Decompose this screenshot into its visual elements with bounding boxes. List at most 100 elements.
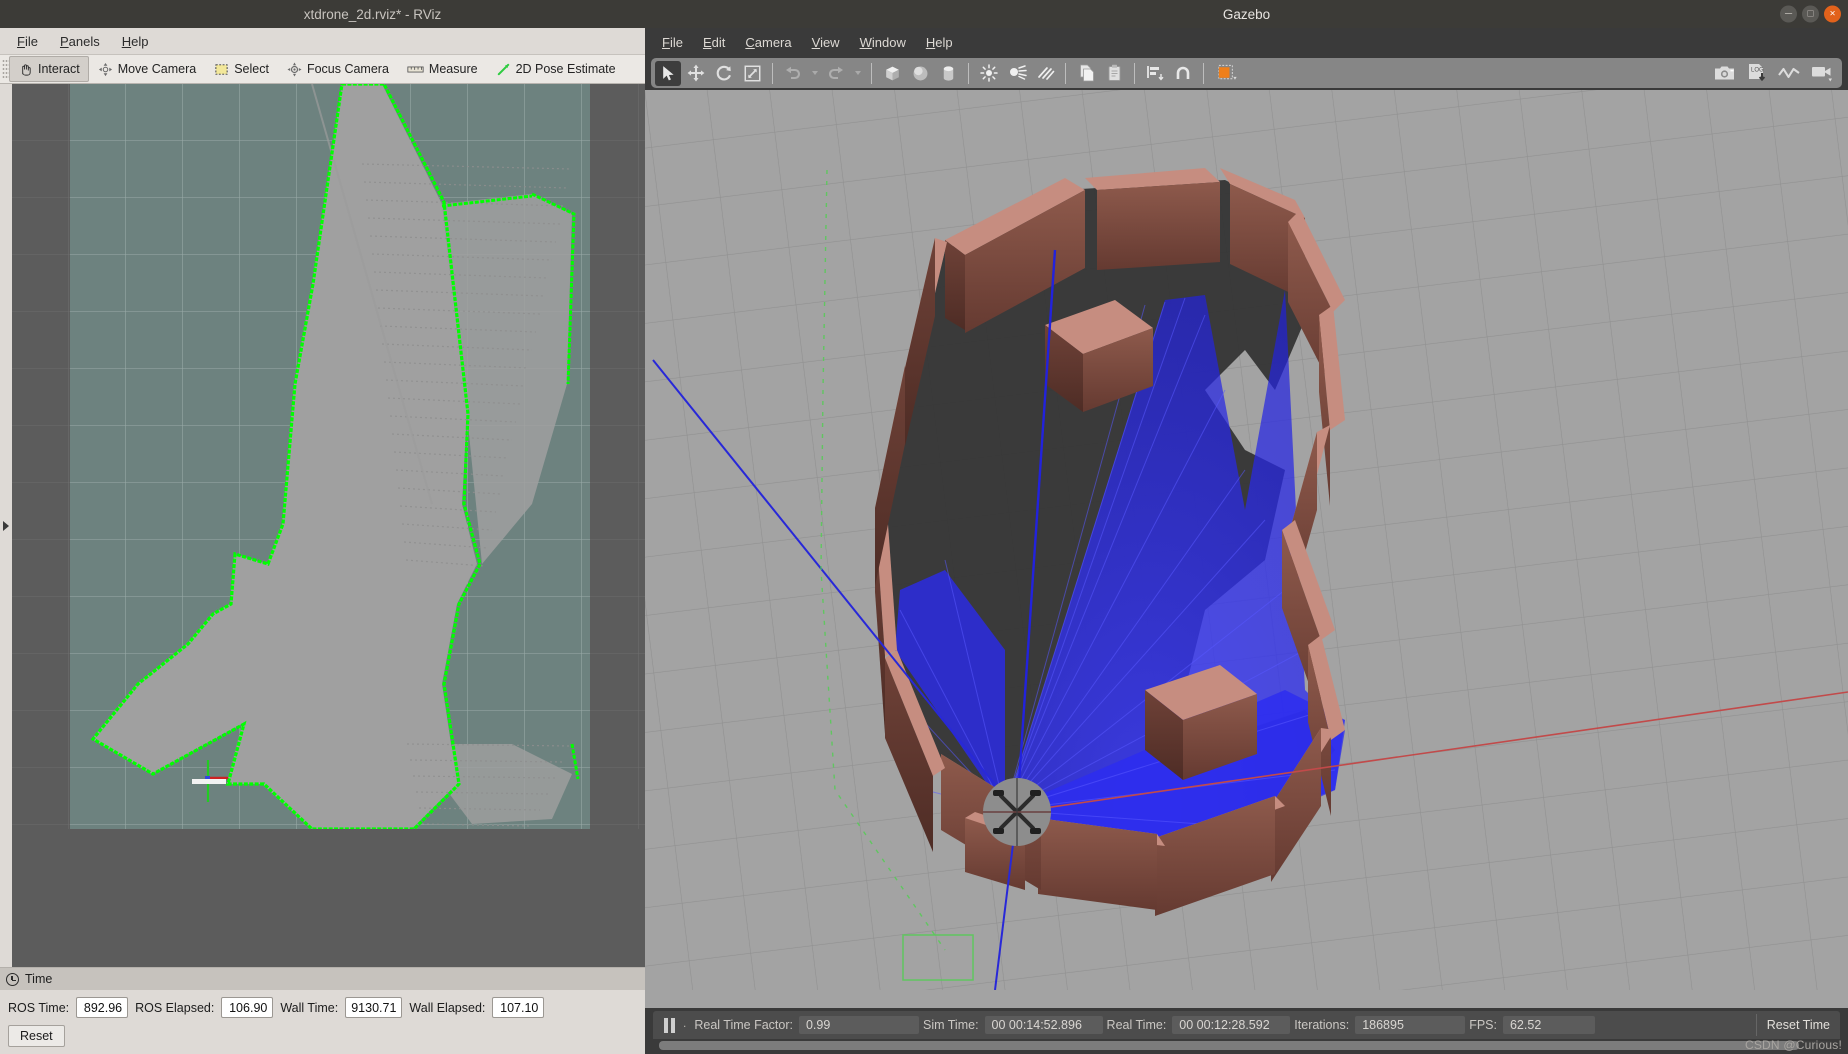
ros-time-value[interactable]: 892.96 [76,997,129,1018]
view-angle-button[interactable] [1211,61,1245,86]
save-log-button[interactable]: LOG [1742,61,1772,86]
ros-elapsed-label: ROS Elapsed: [135,1000,215,1015]
redo-icon [828,66,843,80]
selection-mode-icon [662,65,674,80]
record-video-button[interactable] [1806,61,1838,86]
rviz-left-panel-expander[interactable] [0,84,12,967]
pause-icon [663,1017,668,1033]
tool-2d-pose-estimate-button[interactable]: 2D Pose Estimate [487,56,625,82]
menu-file[interactable]: FFileile [8,31,47,52]
insert-sphere-button[interactable] [907,61,933,86]
tool-focus-camera-label: Focus Camera [306,62,389,76]
time-panel-header: Time ✕ [0,968,745,990]
tool-move-camera-button[interactable]: Move Camera [89,56,206,82]
gazebo-3d-viewport[interactable] [645,90,1848,1008]
wall-time-label: Wall Time: [280,1000,339,1015]
reset-time-button[interactable]: Reset Time [1755,1014,1840,1036]
gz-menu-window[interactable]: Window [851,32,915,53]
gazebo-horizontal-scrollbar[interactable] [659,1041,1834,1050]
toolbar-separator-5 [1134,62,1135,84]
real-time-label: Real Time: [1106,1018,1167,1032]
gazebo-maximize-button[interactable]: □ [1802,5,1819,23]
toolbar-separator-6 [1203,62,1204,84]
copy-icon [1079,64,1094,82]
tool-select-label: Select [234,62,269,76]
wall-elapsed-label: Wall Elapsed: [409,1000,486,1015]
status-separator-dot: . [683,1016,687,1030]
wall-elapsed-value[interactable]: 107.10 [492,997,545,1018]
point-light-button[interactable] [976,61,1002,86]
measure-ruler-icon [407,66,424,72]
pause-button[interactable] [657,1014,681,1036]
insert-cylinder-icon [943,65,953,81]
gazebo-titlebar: Gazebo ─ □ × [645,0,1848,28]
real-time-value: 00 00:12:28.592 [1172,1016,1291,1034]
hand-cursor-icon [22,63,31,76]
gazebo-close-button[interactable]: × [1824,5,1841,23]
translate-mode-button[interactable] [683,61,709,86]
align-icon [1146,66,1164,81]
rotate-mode-button[interactable] [711,61,737,86]
undo-dropdown-caret-icon [811,71,818,75]
gz-menu-file[interactable]: File [653,32,692,53]
undo-dropdown-button[interactable] [808,61,821,86]
gazebo-window-title: Gazebo [1222,6,1271,22]
redo-dropdown-caret-icon [854,71,861,75]
rviz-3d-viewport[interactable] [12,84,727,967]
menu-panels[interactable]: Panels [51,31,109,52]
point-light-icon [980,64,998,82]
tool-interact-button[interactable]: Interact [9,56,89,82]
plot-button[interactable] [1774,61,1804,86]
fps-value: 62.52 [1502,1016,1595,1034]
toolbar-grip[interactable] [2,59,9,79]
gz-menu-view[interactable]: View [803,32,849,53]
scale-mode-button[interactable] [739,61,765,86]
ros-elapsed-value[interactable]: 106.90 [221,997,274,1018]
select-rect-icon [215,63,228,75]
gazebo-minimize-button[interactable]: ─ [1780,5,1797,23]
tool-focus-camera-button[interactable]: Focus Camera [278,56,398,82]
spot-light-button[interactable] [1004,61,1030,86]
watermark-label: CSDN @Curious! [1744,1038,1842,1052]
insert-cylinder-button[interactable] [935,61,961,86]
gazebo-scene-render [645,90,1848,990]
menu-help[interactable]: Help [113,31,158,52]
gz-menu-edit[interactable]: Edit [694,32,734,53]
redo-button[interactable] [823,61,849,86]
gazebo-status-row: . Real Time Factor: 0.99 Sim Time: 00 00… [653,1011,1840,1039]
tool-measure-label: Measure [428,62,478,76]
align-button[interactable] [1142,61,1168,86]
save-log-icon: LOG [1748,64,1765,82]
iterations-value: 186895 [1355,1016,1466,1034]
tool-measure-button[interactable]: Measure [398,56,487,82]
gazebo-menubar: File Edit Camera View Window Help [645,28,1848,56]
copy-button[interactable] [1073,61,1099,86]
rviz-titlebar: xtdrone_2d.rviz* - RViz ─ □ × [0,0,745,28]
paste-button[interactable] [1101,61,1127,86]
view-angle-cube-icon [1217,64,1237,80]
undo-button[interactable] [780,61,806,86]
reset-button[interactable]: Reset [8,1025,65,1047]
directional-light-button[interactable] [1032,61,1058,86]
selection-mode-button[interactable] [655,60,681,86]
scrollbar-thumb[interactable] [659,1041,1799,1050]
gazebo-toolbar: LOG [651,58,1842,88]
redo-dropdown-button[interactable] [851,61,864,86]
focus-camera-icon [287,61,302,77]
screenshot-button[interactable] [1710,61,1740,86]
rviz-menubar: FFileile Panels Help [0,28,745,54]
spot-light-icon [1009,65,1027,80]
ros-time-label: ROS Time: [8,1000,70,1015]
snap-magnet-button[interactable] [1170,61,1196,86]
screen-root: xtdrone_2d.rviz* - RViz ─ □ × FFileile P… [0,0,1848,1054]
gz-menu-help[interactable]: Help [917,32,962,53]
svg-text:LOG: LOG [1751,67,1764,73]
insert-box-button[interactable] [879,61,905,86]
time-fields-row: ROS Time: 892.96 ROS Elapsed: 106.90 Wal… [0,990,745,1022]
undo-icon [786,66,801,80]
wall-time-value[interactable]: 9130.71 [345,997,403,1018]
toolbar-separator-3 [968,62,969,84]
tool-select-button[interactable]: Select [205,56,278,82]
gz-menu-camera[interactable]: Camera [736,32,800,53]
real-time-factor-value: 0.99 [798,1016,919,1034]
